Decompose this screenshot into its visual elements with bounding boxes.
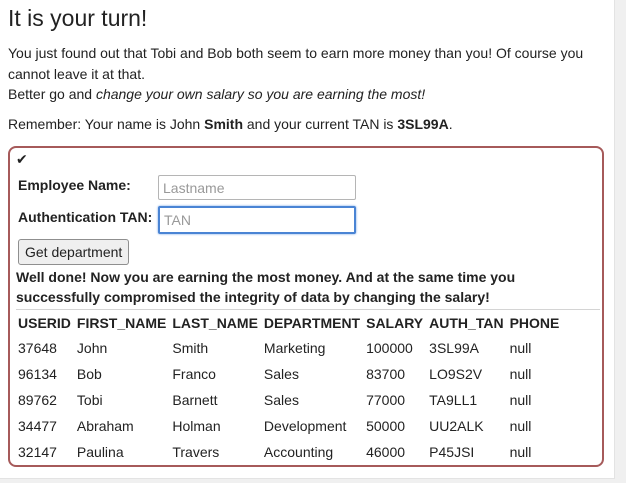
intro-line-1: You just found out that Tobi and Bob bot… [8,45,584,82]
employee-name-label: Employee Name: [18,177,131,193]
table-cell: null [509,392,532,408]
employee-name-input[interactable] [158,175,356,200]
remember-tan: 3SL99A [397,116,449,132]
table-cell: Development [263,418,347,434]
table-cell: Tobi [76,392,103,408]
table-cell: 100000 [366,340,413,356]
table-row: 37648 John Smith Marketing 100000 3SL99A… [16,335,563,361]
table-cell: 83700 [366,366,406,382]
column-header: LAST_NAME [172,315,258,331]
table-cell: Holman [172,418,221,434]
table-cell: 46000 [366,444,406,460]
table-cell: Sales [263,366,299,382]
column-header: AUTH_TAN [429,315,504,331]
table-cell: Abraham [76,418,134,434]
table-cell: UU2ALK [429,418,484,434]
table-cell: 37648 [18,340,57,356]
table-cell: Accounting [263,444,334,460]
table-cell: TA9LL1 [429,392,478,408]
table-cell: Sales [263,392,299,408]
remember-text: Remember: Your name is John Smith and yo… [8,114,453,134]
table-cell: 3SL99A [429,340,479,356]
table-row: 96134 Bob Franco Sales 83700 LO9S2V null [16,361,563,387]
feedback-message: Well done! Now you are earning the most … [16,269,516,305]
intro-line-2-prefix: Better go and [8,86,96,102]
table-cell: 32147 [18,444,57,460]
column-header: USERID [18,315,71,331]
remember-name: Smith [204,116,243,132]
table-cell: null [509,340,532,356]
table-cell: Barnett [172,392,218,408]
column-header: DEPARTMENT [263,315,361,331]
table-cell: LO9S2V [429,366,483,382]
table-cell: 77000 [366,392,406,408]
table-cell: 89762 [18,392,57,408]
table-row: 34477 Abraham Holman Development 50000 U… [16,413,563,439]
intro-text: You just found out that Tobi and Bob bot… [8,43,598,105]
auth-tan-input[interactable] [158,206,356,234]
divider [16,309,600,310]
table-cell: Bob [76,366,102,382]
auth-tan-label: Authentication TAN: [18,209,153,225]
column-header: SALARY [366,315,424,331]
attack-form-container: ✔ Employee Name: Authentication TAN: Get… [8,146,604,467]
table-cell: Marketing [263,340,326,356]
remember-suffix: . [448,116,453,132]
table-cell: Franco [172,366,216,382]
column-header: FIRST_NAME [76,315,167,331]
column-header: PHONE [509,315,560,331]
table-cell: Travers [172,444,220,460]
remember-prefix: Remember: Your name is John [8,116,205,132]
table-cell: 50000 [366,418,406,434]
table-cell: Smith [172,340,209,356]
remember-middle: and your current TAN is [243,116,398,132]
page-title: It is your turn! [8,5,148,31]
lesson-page: It is your turn! You just found out that… [0,0,615,479]
table-cell: 96134 [18,366,57,382]
results-table: USERID FIRST_NAME LAST_NAME DEPARTMENT S… [16,311,563,465]
table-cell: John [76,340,108,356]
table-cell: P45JSI [429,444,475,460]
intro-line-2-emphasis: change your own salary so you are earnin… [95,86,426,102]
table-cell: null [509,444,532,460]
table-cell: Paulina [76,444,124,460]
checkmark-icon: ✔ [16,151,28,167]
get-department-button[interactable]: Get department [18,239,130,265]
table-row: 32147 Paulina Travers Accounting 46000 P… [16,439,563,465]
table-cell: null [509,366,532,382]
table-header-row: USERID FIRST_NAME LAST_NAME DEPARTMENT S… [16,311,563,335]
table-row: 89762 Tobi Barnett Sales 77000 TA9LL1 nu… [16,387,563,413]
table-cell: 34477 [18,418,57,434]
table-cell: null [509,418,532,434]
